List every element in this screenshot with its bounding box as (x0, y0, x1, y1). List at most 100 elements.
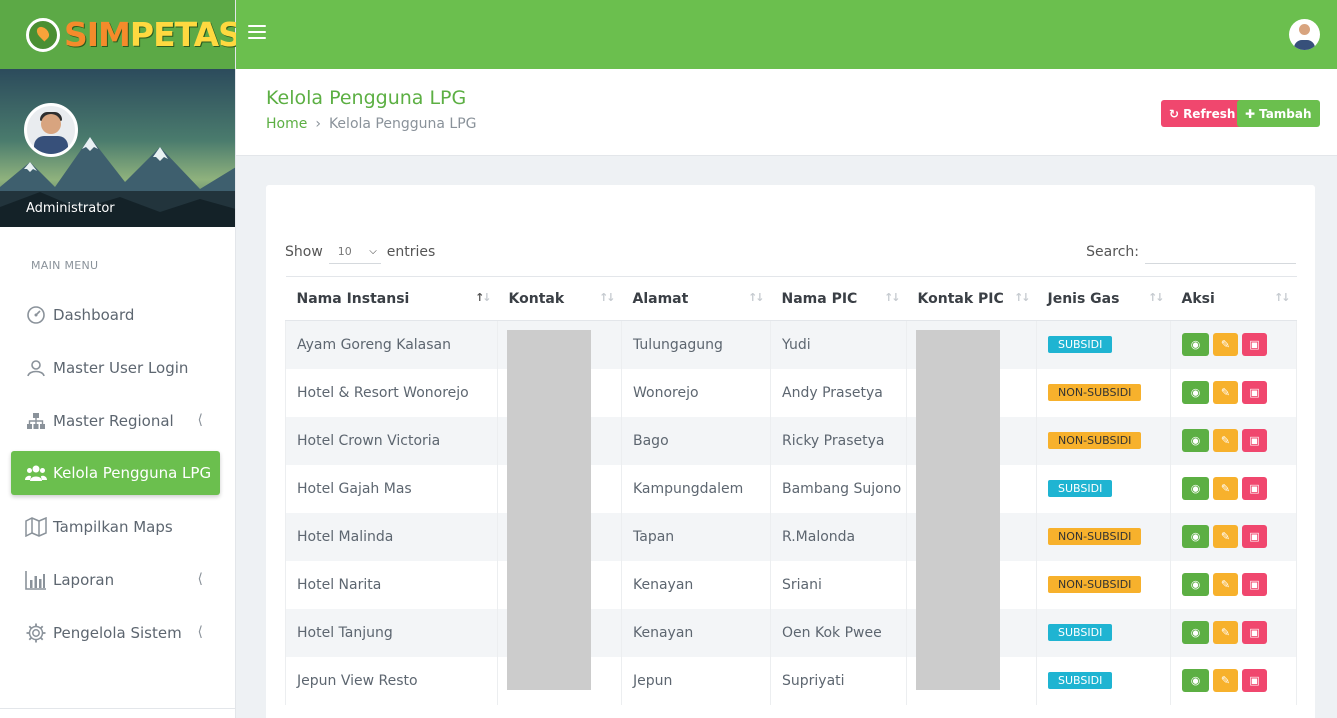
data-card: Show 10 ⌵ entries Search: Nama Instansi ↑… (266, 185, 1315, 718)
page-title: Kelola Pengguna LPG (266, 87, 467, 109)
cell-aksi: ◉ ✎ ▣ (1170, 368, 1297, 417)
edit-button[interactable]: ✎ (1213, 381, 1238, 404)
column-header-aksi[interactable]: Aksi ↑↓ (1170, 276, 1297, 321)
menu-section-label: MAIN MENU (31, 259, 99, 272)
edit-button[interactable]: ✎ (1213, 573, 1238, 596)
brand-name: SIMPETAS (64, 15, 242, 54)
edit-button[interactable]: ✎ (1213, 621, 1238, 644)
cell-aksi: ◉ ✎ ▣ (1170, 320, 1297, 369)
cell-jenis-gas: SUBSIDI (1036, 656, 1171, 705)
column-header-label: Kontak (508, 290, 565, 307)
cell-nama-pic: Bambang Sujono (770, 464, 907, 513)
row-actions: ◉ ✎ ▣ (1182, 477, 1296, 500)
cell-nama-instansi: Hotel Narita (285, 560, 498, 609)
row-actions: ◉ ✎ ▣ (1182, 669, 1296, 692)
cell-aksi: ◉ ✎ ▣ (1170, 512, 1297, 561)
trash-icon: ▣ (1249, 626, 1260, 639)
pencil-icon: ✎ (1220, 386, 1231, 399)
table-row: Hotel Gajah Mas Kampungdalem Bambang Sujon… (285, 464, 1297, 513)
view-button[interactable]: ◉ (1182, 381, 1209, 404)
sidebar-item-label: Kelola Pengguna LPG (53, 464, 212, 482)
table-row: Hotel Tanjung Kenayan Oen Kok Pwee SUBSIDI … (285, 608, 1297, 657)
chevron-left-icon: ⟨ (197, 571, 203, 587)
cell-nama-instansi: Ayam Goreng Kalasan (285, 320, 498, 369)
sidebar-item-label: Tampilkan Maps (53, 517, 173, 536)
view-button[interactable]: ◉ (1182, 621, 1209, 644)
pencil-icon: ✎ (1220, 338, 1231, 352)
redacted-kontak-column (507, 330, 591, 690)
cell-jenis-gas: NON-SUBSIDI (1036, 416, 1171, 465)
view-button[interactable]: ◉ (1182, 333, 1209, 357)
bar-chart-icon (25, 569, 47, 591)
topbar (236, 0, 1337, 69)
column-header-alamat[interactable]: Alamat ↑↓ (621, 276, 771, 321)
edit-button[interactable]: ✎ (1213, 333, 1238, 357)
search-label: Search: (1086, 244, 1139, 260)
edit-button[interactable]: ✎ (1213, 669, 1238, 692)
delete-button[interactable]: ▣ (1242, 333, 1267, 357)
sidebar-item-tampilkan-maps[interactable]: Tampilkan Maps (0, 500, 235, 553)
column-header-kontak-pic[interactable]: Kontak PIC ↑↓ (906, 276, 1037, 321)
view-button[interactable]: ◉ (1182, 573, 1209, 596)
column-header-nama-instansi[interactable]: Nama Instansi ↑↓ (285, 276, 498, 321)
delete-button[interactable]: ▣ (1242, 669, 1267, 692)
breadcrumb-home[interactable]: Home (266, 116, 307, 132)
trash-icon: ▣ (1249, 482, 1260, 495)
sidebar-footer (0, 708, 236, 718)
menu-toggle-icon[interactable] (248, 25, 266, 41)
delete-button[interactable]: ▣ (1242, 429, 1267, 452)
cell-nama-instansi: Hotel Gajah Mas (285, 464, 498, 513)
search-input[interactable] (1145, 240, 1296, 264)
trash-icon: ▣ (1249, 530, 1260, 543)
user-avatar[interactable] (1289, 19, 1320, 50)
brand[interactable]: SIMPETAS (0, 0, 242, 69)
delete-button[interactable]: ▣ (1242, 477, 1267, 500)
delete-button[interactable]: ▣ (1242, 573, 1267, 596)
cell-alamat: Tulungagung (621, 320, 771, 369)
cell-alamat: Kenayan (621, 608, 771, 657)
column-header-nama-pic[interactable]: Nama PIC ↑↓ (770, 276, 907, 321)
cell-nama-pic: Oen Kok Pwee (770, 608, 907, 657)
refresh-button[interactable]: ↻ Refresh (1161, 100, 1244, 127)
cell-alamat: Jepun (621, 656, 771, 705)
sidebar-item-laporan[interactable]: Laporan ⟨ (0, 553, 235, 606)
column-header-jenis-gas[interactable]: Jenis Gas ↑↓ (1036, 276, 1171, 321)
eye-icon: ◉ (1190, 434, 1201, 447)
column-header-kontak[interactable]: Kontak ↑↓ (497, 276, 622, 321)
view-button[interactable]: ◉ (1182, 669, 1209, 692)
delete-button[interactable]: ▣ (1242, 525, 1267, 548)
view-button[interactable]: ◉ (1182, 525, 1209, 548)
sort-icon: ↑↓ (1274, 291, 1291, 304)
user-icon (25, 357, 47, 379)
entries-select[interactable]: 10 ⌵ (328, 240, 381, 264)
sidebar-item-kelola-pengguna-lpg[interactable]: Kelola Pengguna LPG (11, 451, 220, 495)
edit-button[interactable]: ✎ (1213, 525, 1238, 548)
sidebar-item-master-user-login[interactable]: Master User Login (0, 341, 235, 394)
add-button[interactable]: ✚ Tambah (1237, 100, 1320, 127)
dashboard-icon (25, 304, 47, 326)
delete-button[interactable]: ▣ (1242, 621, 1267, 644)
eye-icon: ◉ (1190, 482, 1201, 495)
view-button[interactable]: ◉ (1182, 477, 1209, 500)
edit-button[interactable]: ✎ (1213, 477, 1238, 500)
delete-button[interactable]: ▣ (1242, 381, 1267, 404)
cell-jenis-gas: SUBSIDI (1036, 464, 1171, 513)
cell-aksi: ◉ ✎ ▣ (1170, 560, 1297, 609)
sidebar-item-label: Master Regional (53, 411, 174, 430)
sidebar-item-pengelola-sistem[interactable]: Pengelola Sistem ⟨ (0, 606, 235, 659)
sidebar-item-master-regional[interactable]: Master Regional ⟨ (0, 394, 235, 447)
edit-button[interactable]: ✎ (1213, 429, 1238, 452)
plus-icon: ✚ (1245, 106, 1256, 121)
sidebar-item-label: Master User Login (53, 358, 189, 377)
breadcrumb-separator-icon: › (315, 116, 321, 132)
users-icon (25, 462, 47, 484)
view-button[interactable]: ◉ (1182, 429, 1209, 452)
row-actions: ◉ ✎ ▣ (1182, 381, 1296, 404)
sort-asc-icon: ↑↓ (475, 291, 492, 304)
cell-nama-instansi: Hotel & Resort Wonorejo (285, 368, 498, 417)
sidebar-item-dashboard[interactable]: Dashboard (0, 288, 235, 341)
profile-banner: Administrator (0, 69, 235, 227)
profile-avatar[interactable] (24, 103, 78, 157)
cell-nama-instansi: Hotel Malinda (285, 512, 498, 561)
column-header-label: Aksi (1181, 290, 1215, 307)
